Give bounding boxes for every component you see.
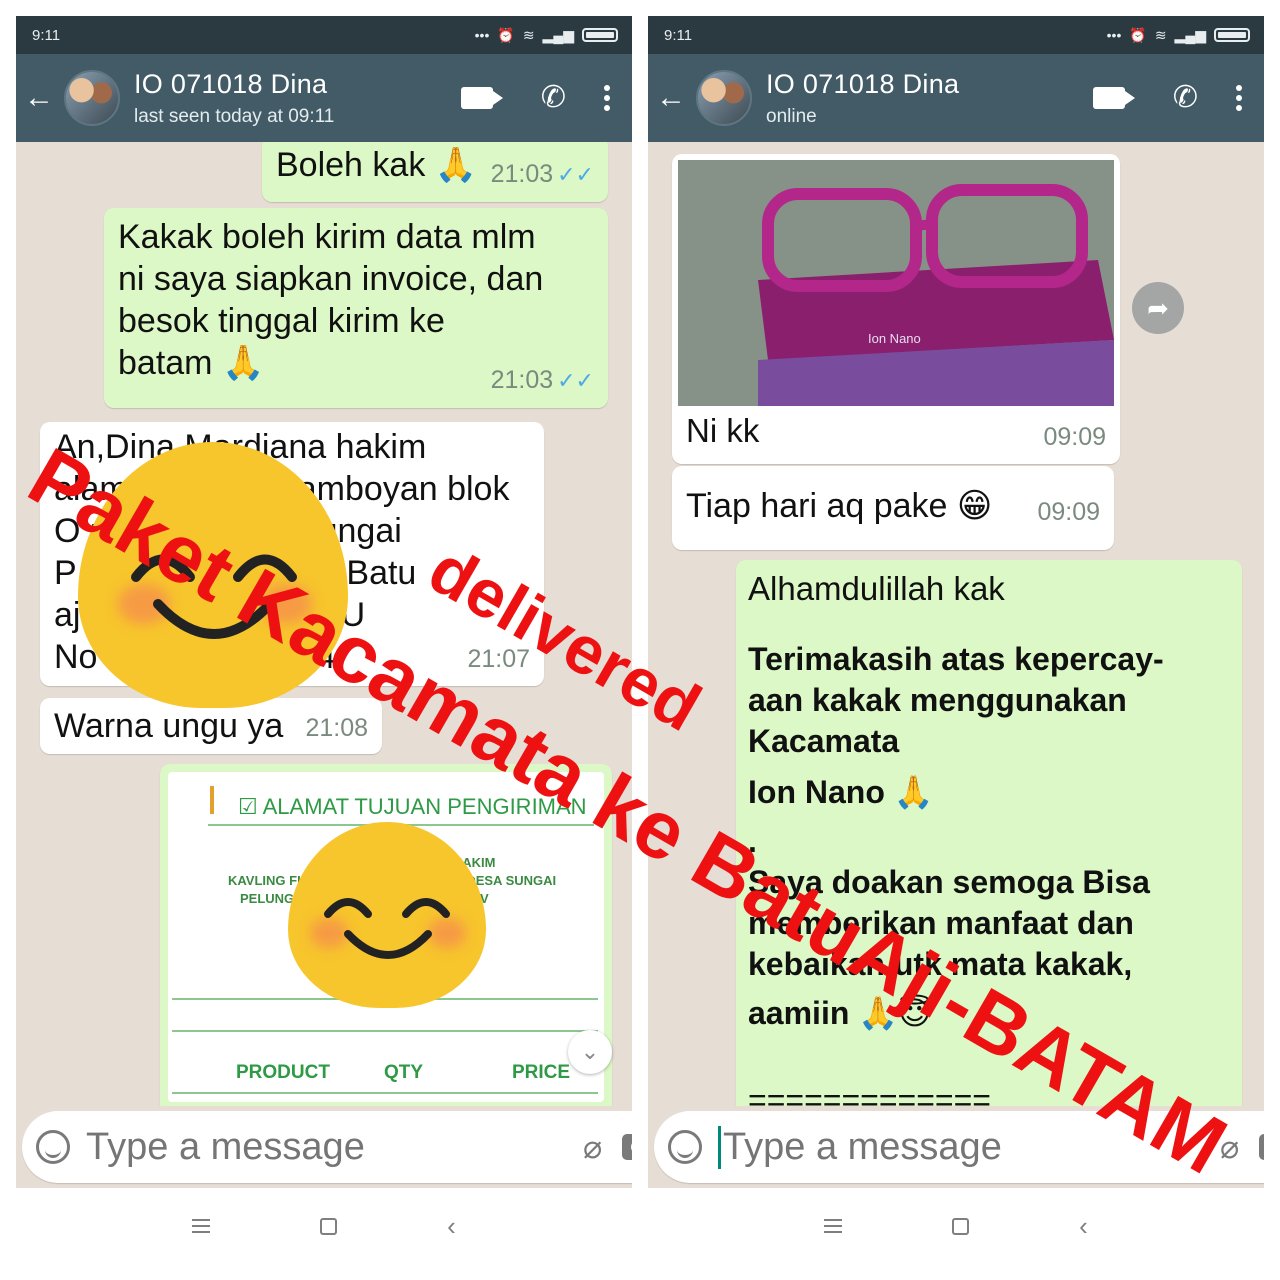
attach-icon[interactable]: ⌀ <box>583 1128 602 1166</box>
avatar[interactable] <box>64 70 120 126</box>
back-icon[interactable]: ‹ <box>447 1211 456 1242</box>
header-accent <box>210 786 214 814</box>
message-text: Tiap hari aq pake <box>686 487 948 525</box>
message-time: 21:08 <box>305 714 368 742</box>
message-outgoing[interactable]: Boleh kak 🙏 21:03 ✓✓ <box>262 142 608 202</box>
status-bar: 9:11 ••• ⏰ ≋ ▂▄▆ <box>16 16 632 54</box>
emoji-icon[interactable] <box>36 1130 70 1164</box>
signal-icon: ▂▄▆ <box>1174 26 1206 43</box>
alarm-icon: ⏰ <box>497 26 515 43</box>
chat-title-block[interactable]: IO 071018 Dina last seen today at 09:11 <box>134 69 461 128</box>
share-icon[interactable]: ➦ <box>1132 282 1184 334</box>
read-ticks-icon: ✓✓ <box>557 368 594 393</box>
recents-icon[interactable] <box>192 1219 211 1233</box>
back-arrow-icon[interactable]: ← <box>656 83 696 113</box>
wifi-icon: ≋ <box>522 26 535 43</box>
divider <box>172 1030 598 1032</box>
message-text: Boleh kak <box>276 146 426 184</box>
message-time: 09:09 <box>1043 423 1106 451</box>
recents-icon[interactable] <box>824 1219 843 1233</box>
message-text: Ni kk <box>686 412 760 449</box>
column-qty: QTY <box>384 1062 424 1083</box>
message-text: Warna ungu ya <box>54 707 284 745</box>
column-product: PRODUCT <box>236 1062 330 1083</box>
message-input-box[interactable]: ⌀ <box>22 1111 632 1183</box>
message-line: . <box>748 823 757 859</box>
message-composer: ⌀ <box>16 1106 632 1188</box>
chat-header: ← IO 071018 Dina last seen today at 09:1… <box>16 54 632 142</box>
header-actions: ✆ <box>460 83 610 113</box>
divider <box>172 1092 598 1094</box>
avatar[interactable] <box>696 70 752 126</box>
grin-emoji: 😁 <box>956 487 993 525</box>
voice-call-icon[interactable]: ✆ <box>541 83 566 113</box>
glasses-photo <box>678 160 1114 406</box>
status-icons: ••• ⏰ ≋ ▂▄▆ <box>475 27 618 44</box>
chat-title: IO 071018 Dina <box>766 68 960 99</box>
read-ticks-icon: ✓✓ <box>557 162 594 187</box>
back-arrow-icon[interactable]: ← <box>24 83 64 113</box>
chat-header: ← IO 071018 Dina online ✆ <box>648 54 1264 142</box>
battery-icon <box>1214 28 1250 42</box>
more-options-icon[interactable] <box>1236 85 1242 111</box>
message-line: Alhamdulillah kak <box>748 570 1005 607</box>
chat-status: last seen today at 09:11 <box>134 105 335 127</box>
message-outgoing[interactable]: Kakak boleh kirim data mlm ni saya siapk… <box>104 208 608 408</box>
home-icon[interactable] <box>952 1217 970 1235</box>
pray-emoji: 🙏 <box>893 774 934 810</box>
message-time: 09:09 <box>1037 498 1100 526</box>
pray-emoji: 🙏 <box>221 344 265 382</box>
emoji-icon[interactable] <box>668 1130 702 1164</box>
message-input[interactable] <box>86 1125 575 1169</box>
voice-call-icon[interactable]: ✆ <box>1173 83 1198 113</box>
status-time: 9:11 <box>664 26 693 44</box>
message-line: besok tinggal kirim ke <box>118 302 445 340</box>
video-call-icon[interactable] <box>1092 87 1135 109</box>
smile-face-icon <box>324 898 450 959</box>
android-nav-bar: ‹ <box>640 1188 1272 1264</box>
chat-title: IO 071018 Dina <box>134 68 328 99</box>
wifi-icon: ≋ <box>1154 26 1167 43</box>
column-price: PRICE <box>512 1062 571 1083</box>
message-incoming[interactable]: Tiap hari aq pake 😁 09:09 <box>672 466 1114 550</box>
pray-emoji: 🙏 <box>434 146 478 184</box>
status-icons: ••• ⏰ ≋ ▂▄▆ <box>1107 27 1250 44</box>
battery-icon <box>582 28 618 42</box>
status-bar: 9:11 ••• ⏰ ≋ ▂▄▆ <box>648 16 1264 54</box>
message-line: ni saya siapkan invoice, dan <box>118 260 544 298</box>
signal-icon: ▂▄▆ <box>542 26 574 43</box>
message-incoming-image[interactable]: Ion Nano Ni kk 09:09 <box>672 154 1120 464</box>
message-line: Ion Nano 🙏 <box>748 774 934 810</box>
camera-icon[interactable] <box>622 1134 632 1160</box>
more-dots-icon: ••• <box>474 27 490 43</box>
scroll-down-icon[interactable]: ⌄ <box>568 1030 612 1074</box>
camera-icon[interactable] <box>1259 1134 1264 1160</box>
home-icon[interactable] <box>320 1217 338 1235</box>
chat-title-block[interactable]: IO 071018 Dina online <box>766 69 1093 128</box>
more-options-icon[interactable] <box>604 85 610 111</box>
status-time: 9:11 <box>32 26 61 44</box>
more-dots-icon: ••• <box>1106 27 1122 43</box>
message-time: 21:03 ✓✓ <box>490 160 594 188</box>
message-time: 21:03 ✓✓ <box>490 366 594 394</box>
header-actions: ✆ <box>1092 83 1242 113</box>
message-line: Terimakasih atas kepercay- <box>748 641 1164 677</box>
android-nav-bar: ‹ <box>8 1188 640 1264</box>
privacy-emoji-sticker <box>288 822 486 1008</box>
video-call-icon[interactable] <box>460 87 503 109</box>
product-brand: Ion Nano <box>868 331 921 346</box>
message-line: Kakak boleh kirim data mlm <box>118 218 536 256</box>
chat-status: online <box>766 105 817 127</box>
alarm-icon: ⏰ <box>1129 26 1147 43</box>
message-line: aan kakak menggunakan Kacamata <box>748 682 1127 759</box>
back-icon[interactable]: ‹ <box>1079 1211 1088 1242</box>
